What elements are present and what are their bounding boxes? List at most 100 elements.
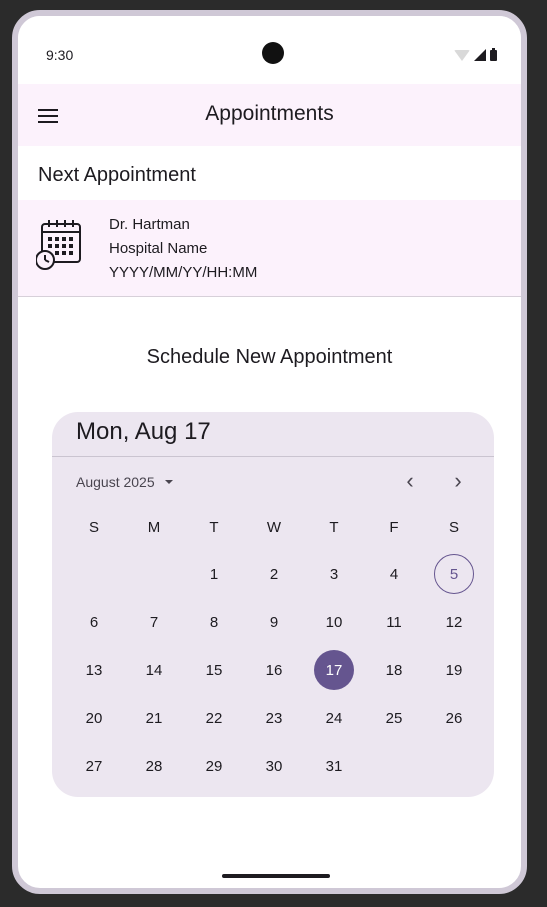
status-bar: 9:30 bbox=[18, 16, 521, 84]
weekday-label: S bbox=[448, 518, 459, 536]
weeks-container: 1 2 3 4 5 6 7 8 9 10 11 12 13 14 15 16 17 18 19 20 21 22 23 24 2… bbox=[64, 550, 484, 790]
selected-day[interactable]: 17 bbox=[314, 650, 354, 690]
status-time: 9:30 bbox=[46, 47, 74, 63]
weekday-label: W bbox=[266, 518, 282, 536]
week-row: 6 7 8 9 10 11 12 bbox=[64, 598, 484, 646]
week-row: 12345 bbox=[64, 550, 484, 598]
weekday-label: S bbox=[88, 518, 99, 536]
day-cell: 18 bbox=[364, 650, 424, 690]
previous-month-button[interactable]: ‹ bbox=[398, 468, 422, 496]
day-button[interactable]: 31 bbox=[314, 746, 354, 786]
next-appointment-card[interactable]: Dr. Hartman Hospital Name YYYY/MM/YY/HH:… bbox=[18, 200, 521, 297]
day-button[interactable]: 10 bbox=[314, 602, 354, 642]
day-button[interactable]: 8 bbox=[194, 602, 234, 642]
home-indicator[interactable] bbox=[222, 874, 330, 878]
day-button[interactable]: 14 bbox=[134, 650, 174, 690]
day-cell: 9 bbox=[244, 602, 304, 642]
day-cell: 19 bbox=[424, 650, 484, 690]
day-button[interactable]: 29 bbox=[194, 746, 234, 786]
day-cell: 26 bbox=[424, 698, 484, 738]
month-label: August 2025 bbox=[76, 474, 155, 490]
day-button[interactable]: 23 bbox=[254, 698, 294, 738]
day-button[interactable]: 20 bbox=[74, 698, 114, 738]
weekday-label: M bbox=[147, 518, 161, 536]
day-cell: 16 bbox=[244, 650, 304, 690]
weekday-label: T bbox=[329, 518, 339, 536]
divider bbox=[52, 456, 494, 457]
day-cell: 7 bbox=[124, 602, 184, 642]
next-month-button[interactable]: › bbox=[446, 468, 470, 496]
day-cell: 13 bbox=[64, 650, 124, 690]
day-cell: 17 bbox=[304, 650, 364, 690]
day-cell: 4 bbox=[364, 554, 424, 594]
day-cell: 3 bbox=[304, 554, 364, 594]
date-picker: Mon, Aug 17 August 2025 ‹ › S M T W T F … bbox=[52, 412, 494, 797]
day-cell: 25 bbox=[364, 698, 424, 738]
page-title: Appointments bbox=[205, 102, 334, 125]
day-cell: 8 bbox=[184, 602, 244, 642]
day-button[interactable]: 11 bbox=[374, 602, 414, 642]
appointment-details: Dr. Hartman Hospital Name YYYY/MM/YY/HH:… bbox=[109, 213, 257, 285]
weekday-row: S M T W T F S bbox=[64, 504, 484, 550]
weekday-label: T bbox=[209, 518, 219, 536]
day-cell: 2 bbox=[244, 554, 304, 594]
signal-icon bbox=[474, 49, 486, 61]
day-button[interactable]: 7 bbox=[134, 602, 174, 642]
battery-icon bbox=[490, 48, 497, 61]
status-icons bbox=[454, 48, 497, 61]
day-button[interactable]: 30 bbox=[254, 746, 294, 786]
day-button[interactable]: 28 bbox=[134, 746, 174, 786]
doctor-name: Dr. Hartman bbox=[109, 216, 190, 233]
day-cell: 20 bbox=[64, 698, 124, 738]
week-row: 20 21 22 23 24 25 26 bbox=[64, 694, 484, 742]
day-cell: 11 bbox=[364, 602, 424, 642]
day-cell: 15 bbox=[184, 650, 244, 690]
appointment-datetime: YYYY/MM/YY/HH:MM bbox=[109, 264, 258, 281]
day-cell: 10 bbox=[304, 602, 364, 642]
day-button[interactable]: 2 bbox=[254, 554, 294, 594]
day-button[interactable]: 18 bbox=[374, 650, 414, 690]
day-cell: 6 bbox=[64, 602, 124, 642]
day-button[interactable]: 4 bbox=[374, 554, 414, 594]
day-cell: 5 bbox=[424, 554, 484, 594]
day-button[interactable]: 16 bbox=[254, 650, 294, 690]
schedule-heading: Schedule New Appointment bbox=[146, 346, 393, 368]
day-cell: 21 bbox=[124, 698, 184, 738]
day-cell: 14 bbox=[124, 650, 184, 690]
day-button[interactable]: 25 bbox=[374, 698, 414, 738]
week-row: 13 14 15 16 17 18 19 bbox=[64, 646, 484, 694]
calendar-grid: S M T W T F S 1 2 3 4 5 6 7 8 9 10 11 12 13 14 15 16 17 1… bbox=[64, 504, 484, 790]
wifi-icon bbox=[454, 50, 470, 61]
calendar-clock-icon bbox=[36, 220, 81, 270]
day-button[interactable]: 12 bbox=[434, 602, 474, 642]
phone-frame: 9:30 Appointments Next Appointment Dr. H… bbox=[12, 10, 527, 894]
chevron-down-icon bbox=[164, 480, 173, 484]
camera-cutout bbox=[262, 42, 284, 64]
day-button[interactable]: 19 bbox=[434, 650, 474, 690]
day-cell: 24 bbox=[304, 698, 364, 738]
day-cell: 29 bbox=[184, 746, 244, 786]
day-cell: 27 bbox=[64, 746, 124, 786]
day-cell: 30 bbox=[244, 746, 304, 786]
day-button[interactable]: 6 bbox=[74, 602, 114, 642]
week-row: 27 28 29 30 31 bbox=[64, 742, 484, 790]
today-day[interactable]: 5 bbox=[434, 554, 474, 594]
day-button[interactable]: 21 bbox=[134, 698, 174, 738]
month-year-dropdown[interactable]: August 2025 bbox=[76, 474, 173, 490]
day-button[interactable]: 9 bbox=[254, 602, 294, 642]
day-button[interactable]: 15 bbox=[194, 650, 234, 690]
day-button[interactable]: 26 bbox=[434, 698, 474, 738]
weekday-label: F bbox=[389, 518, 399, 536]
hospital-name: Hospital Name bbox=[109, 240, 208, 257]
day-button[interactable]: 13 bbox=[74, 650, 114, 690]
day-button[interactable]: 24 bbox=[314, 698, 354, 738]
day-cell: 28 bbox=[124, 746, 184, 786]
day-button[interactable]: 27 bbox=[74, 746, 114, 786]
next-appointment-heading: Next Appointment bbox=[38, 164, 196, 186]
day-cell: 31 bbox=[304, 746, 364, 786]
day-cell: 23 bbox=[244, 698, 304, 738]
day-button[interactable]: 1 bbox=[194, 554, 234, 594]
day-button[interactable]: 22 bbox=[194, 698, 234, 738]
day-cell: 12 bbox=[424, 602, 484, 642]
day-button[interactable]: 3 bbox=[314, 554, 354, 594]
